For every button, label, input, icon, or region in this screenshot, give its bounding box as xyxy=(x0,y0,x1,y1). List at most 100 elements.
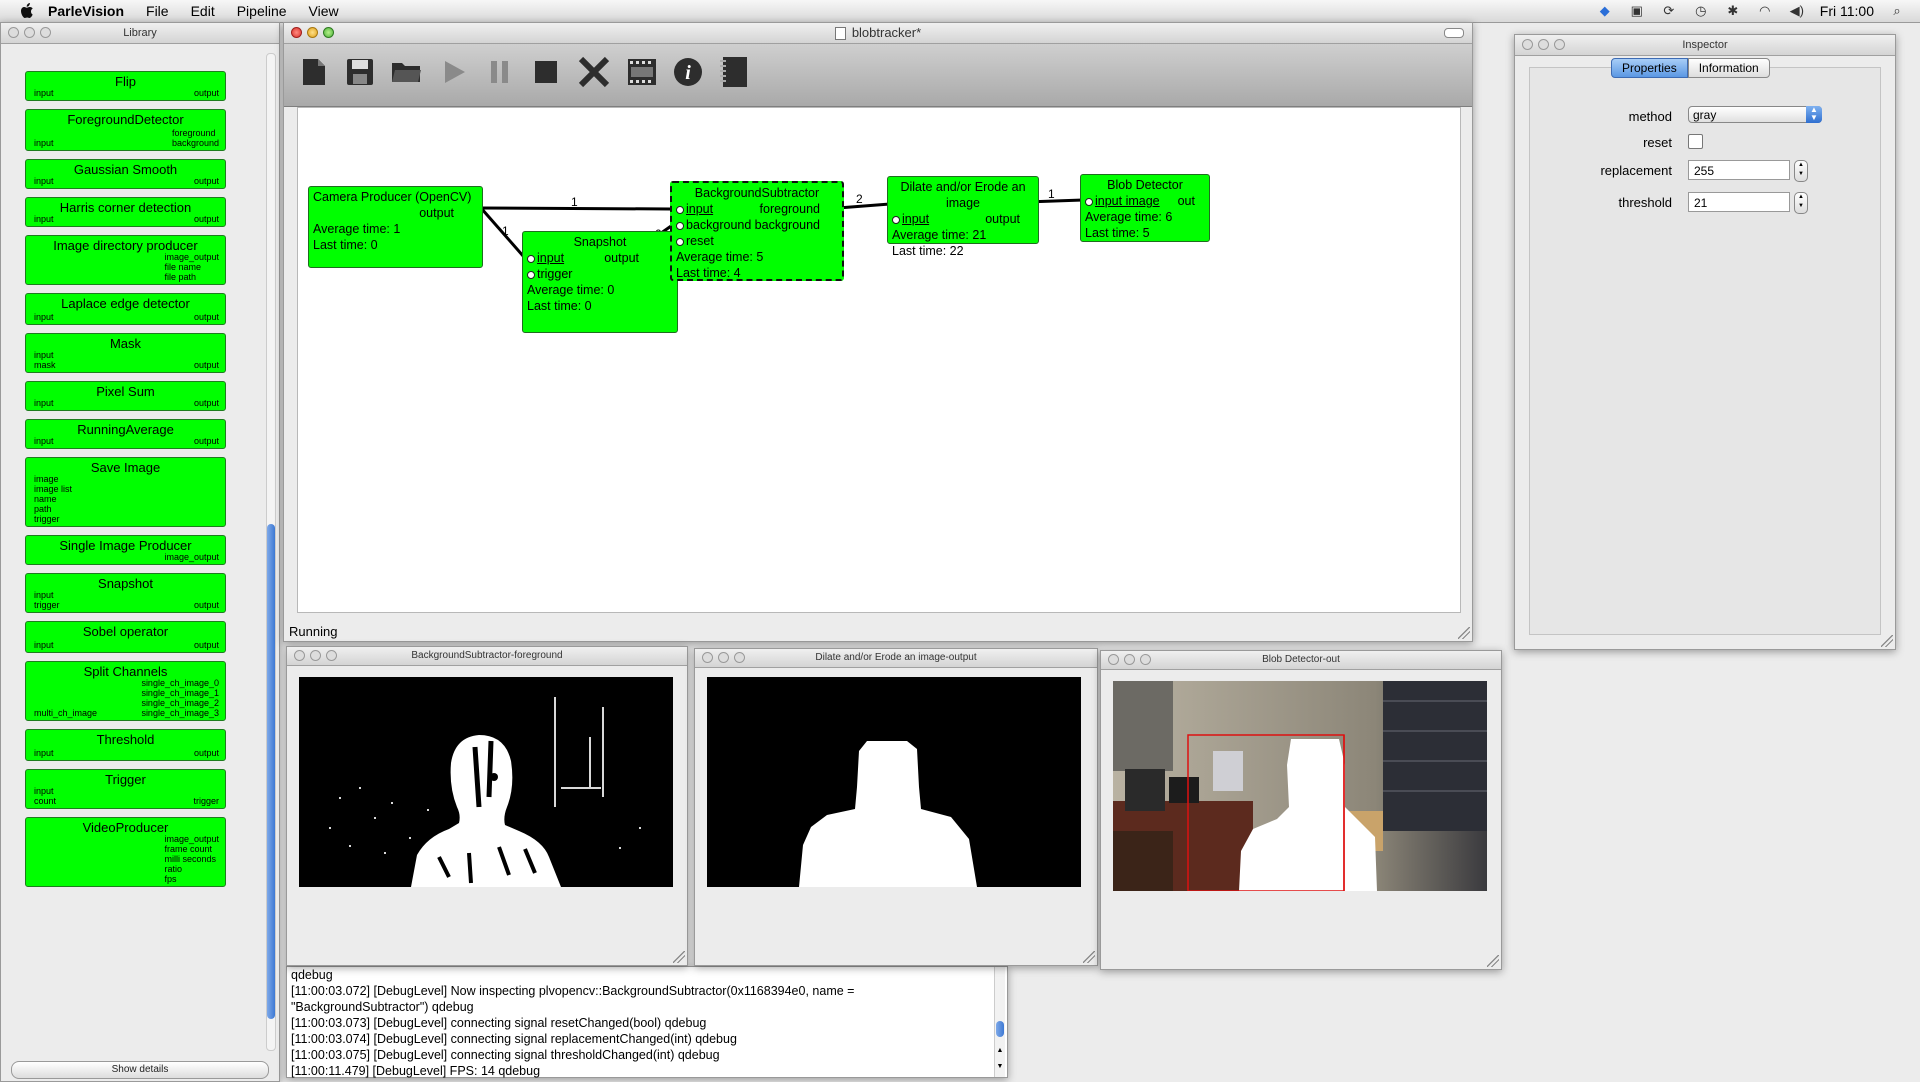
library-item[interactable]: Threshold input output xyxy=(25,729,226,761)
port-dot[interactable] xyxy=(676,205,684,214)
zoom-button[interactable] xyxy=(326,650,337,661)
resize-grip[interactable] xyxy=(1487,955,1499,967)
port-output[interactable]: output xyxy=(985,211,1020,227)
port-output[interactable]: output xyxy=(604,250,639,266)
apple-icon[interactable] xyxy=(18,2,36,20)
node-dilate-erode[interactable]: Dilate and/or Erode an image input output… xyxy=(887,176,1039,258)
console-scrollbar[interactable]: ▲ ▼ xyxy=(994,967,1005,1077)
wifi-icon[interactable]: ◠ xyxy=(1756,3,1774,19)
port-dot[interactable] xyxy=(676,237,684,246)
port-dot[interactable] xyxy=(1085,197,1093,206)
node-snapshot[interactable]: Snapshot input output trigger Average tim… xyxy=(522,231,678,333)
port-trigger[interactable]: trigger xyxy=(537,267,572,281)
viewer-titlebar[interactable]: Dilate and/or Erode an image-output xyxy=(695,649,1097,668)
resize-grip[interactable] xyxy=(1083,951,1095,963)
port-dot[interactable] xyxy=(892,215,900,224)
close-button[interactable] xyxy=(294,650,305,661)
zoom-button[interactable] xyxy=(1554,39,1565,50)
library-item[interactable]: Single Image Producer image_output xyxy=(25,535,226,565)
library-item[interactable]: Save Image image image list name path trigger xyxy=(25,457,226,527)
port-reset[interactable]: reset xyxy=(686,234,714,248)
tab-information[interactable]: Information xyxy=(1687,58,1770,78)
library-item[interactable]: Snapshot input trigger output xyxy=(25,573,226,613)
close-button[interactable] xyxy=(1108,654,1119,665)
port-foreground[interactable]: foreground xyxy=(760,201,820,217)
minimize-button[interactable] xyxy=(718,652,729,663)
library-item[interactable]: Sobel operator input output xyxy=(25,621,226,653)
library-item[interactable]: Harris corner detection input output xyxy=(25,197,226,227)
library-scroll-thumb[interactable] xyxy=(267,524,275,1019)
port-background-out[interactable]: background xyxy=(755,217,820,233)
dropbox-icon[interactable]: ◆ xyxy=(1596,3,1614,19)
sync-icon[interactable]: ⟳ xyxy=(1660,3,1678,19)
volume-icon[interactable]: ◀) xyxy=(1788,3,1806,19)
info-icon[interactable]: i xyxy=(670,54,706,90)
library-item[interactable]: Mask input mask output xyxy=(25,333,226,373)
port-output[interactable]: output xyxy=(313,205,478,221)
port-background-in[interactable]: background xyxy=(686,218,751,232)
open-folder-icon[interactable] xyxy=(388,54,424,90)
library-item[interactable]: Laplace edge detector input output xyxy=(25,293,226,325)
node-camera-producer[interactable]: Camera Producer (OpenCV) output Average … xyxy=(308,186,483,268)
minimize-button[interactable] xyxy=(1538,39,1549,50)
node-blob-detector[interactable]: Blob Detector input image out Average tim… xyxy=(1080,174,1210,242)
console-panel[interactable]: qdebug [11:00:03.072] [DebugLevel] Now in… xyxy=(286,966,1008,1078)
port-dot[interactable] xyxy=(527,270,535,279)
scroll-down-icon[interactable]: ▲ ▼ xyxy=(995,1043,1005,1075)
film-icon[interactable] xyxy=(624,54,660,90)
close-button[interactable] xyxy=(291,27,302,38)
menu-edit[interactable]: Edit xyxy=(191,3,215,19)
library-item[interactable]: Gaussian Smooth input output xyxy=(25,159,226,189)
node-background-subtractor[interactable]: BackgroundSubtractor input foreground bac… xyxy=(670,181,844,281)
port-input[interactable]: input xyxy=(902,212,929,226)
reset-checkbox[interactable] xyxy=(1688,134,1703,149)
replacement-field[interactable]: 255 xyxy=(1688,160,1790,180)
viewer-titlebar[interactable]: Blob Detector-out xyxy=(1101,651,1501,670)
library-item[interactable]: Flip input output xyxy=(25,71,226,101)
minimize-button[interactable] xyxy=(310,650,321,661)
show-details-button[interactable]: Show details xyxy=(11,1061,269,1079)
save-icon[interactable] xyxy=(342,54,378,90)
port-dot[interactable] xyxy=(527,254,535,263)
menu-view[interactable]: View xyxy=(309,3,339,19)
console-scroll-thumb[interactable] xyxy=(996,1021,1004,1037)
library-item[interactable]: ForegroundDetector input foreground backgro… xyxy=(25,109,226,151)
menu-file[interactable]: File xyxy=(146,3,169,19)
minimize-button[interactable] xyxy=(307,27,318,38)
viewer-titlebar[interactable]: BackgroundSubtractor-foreground xyxy=(287,647,687,666)
library-item[interactable]: RunningAverage input output xyxy=(25,419,226,449)
port-dot[interactable] xyxy=(676,221,684,230)
pipeline-titlebar[interactable]: blobtracker* xyxy=(284,23,1472,44)
toolbar-toggle[interactable] xyxy=(1444,28,1464,38)
library-item[interactable]: VideoProducer image_output frame count mill… xyxy=(25,817,226,887)
close-button[interactable] xyxy=(8,27,19,38)
menu-pipeline[interactable]: Pipeline xyxy=(237,3,287,19)
minimize-button[interactable] xyxy=(1124,654,1135,665)
play-icon[interactable] xyxy=(436,54,472,90)
time-machine-icon[interactable]: ◷ xyxy=(1692,3,1710,19)
notebook-icon[interactable] xyxy=(716,54,752,90)
stop-icon[interactable] xyxy=(528,54,564,90)
library-item[interactable]: Split Channels multi_ch_image single_ch_im… xyxy=(25,661,226,721)
threshold-stepper[interactable]: ▲ ▼ xyxy=(1794,192,1808,214)
threshold-field[interactable]: 21 xyxy=(1688,192,1790,212)
port-input[interactable]: input xyxy=(537,251,564,265)
port-input[interactable]: input xyxy=(686,202,713,216)
resize-grip[interactable] xyxy=(1881,635,1893,647)
close-button[interactable] xyxy=(1522,39,1533,50)
spotlight-icon[interactable]: ⌕ xyxy=(1888,3,1906,19)
pipeline-canvas[interactable]: 1 1 0 2 1 Camera Producer (OpenCV) outpu… xyxy=(297,107,1461,613)
minimize-button[interactable] xyxy=(24,27,35,38)
display-icon[interactable]: ▣ xyxy=(1628,3,1646,19)
inspector-titlebar[interactable]: Inspector xyxy=(1515,35,1895,56)
new-file-icon[interactable] xyxy=(296,54,332,90)
menu-app-name[interactable]: ParleVision xyxy=(48,3,124,19)
clear-icon[interactable] xyxy=(576,54,612,90)
zoom-button[interactable] xyxy=(734,652,745,663)
zoom-button[interactable] xyxy=(323,27,334,38)
pause-icon[interactable] xyxy=(482,54,518,90)
zoom-button[interactable] xyxy=(40,27,51,38)
library-item[interactable]: Image directory producer image_output file… xyxy=(25,235,226,285)
replacement-stepper[interactable]: ▲ ▼ xyxy=(1794,160,1808,182)
library-item[interactable]: Pixel Sum input output xyxy=(25,381,226,411)
